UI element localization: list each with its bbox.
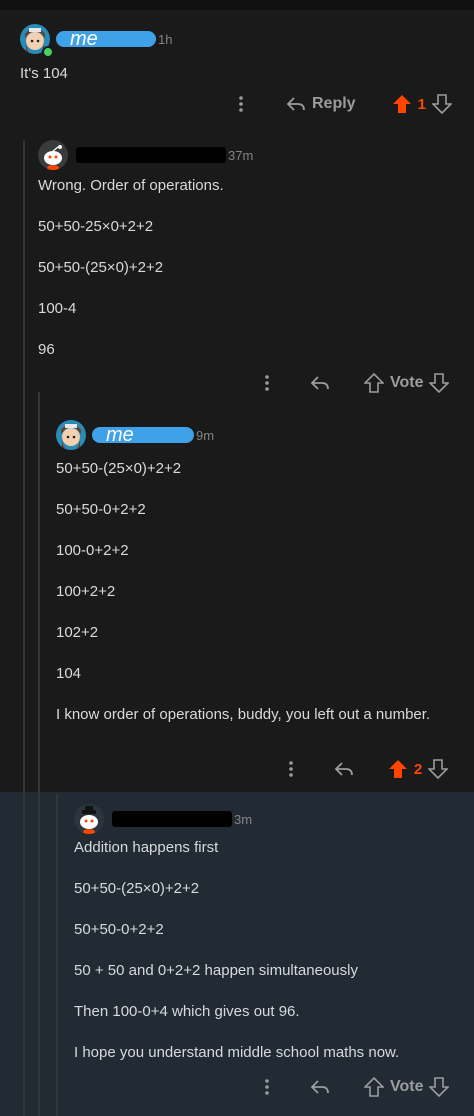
comment-actions: Vote: [258, 1077, 450, 1097]
comment-text: 104: [56, 665, 82, 682]
comment-text: Then 100-0+4 which gives out 96.: [74, 1003, 300, 1020]
comment-text: Addition happens first: [74, 839, 219, 856]
more-options-icon[interactable]: [258, 1078, 276, 1096]
comment-text: 50 + 50 and 0+2+2 happen simultaneously: [74, 962, 358, 979]
online-status-icon: [42, 46, 54, 58]
comment-text: 50+50-0+2+2: [74, 921, 164, 938]
avatar[interactable]: [38, 140, 68, 170]
reply-icon: [310, 376, 329, 390]
comment-time: 3m: [234, 811, 253, 827]
downvote-icon: [429, 1077, 450, 1097]
reply-button[interactable]: Reply: [286, 95, 356, 113]
downvote-icon: [429, 373, 450, 393]
reply-label: Reply: [312, 95, 356, 112]
upvote-active-icon: [392, 95, 411, 113]
comment-time: 37m: [228, 147, 254, 163]
top-bar: [0, 0, 474, 10]
upvote-button[interactable]: [388, 759, 408, 779]
reply-icon: [286, 97, 305, 111]
comment-body: Wrong. Order of operations. 50+50-25×0+2…: [38, 176, 458, 360]
avatar[interactable]: [74, 804, 104, 834]
comment-text: 100-0+2+2: [56, 542, 129, 559]
upvote-button[interactable]: [364, 1077, 384, 1097]
thread-line-level-1[interactable]: [23, 140, 25, 1116]
comment-text: Wrong. Order of operations.: [38, 177, 224, 194]
reply-button[interactable]: [310, 375, 330, 391]
downvote-icon: [431, 94, 452, 114]
comment-time: 9m: [196, 427, 215, 443]
comment-text: 50+50-0+2+2: [56, 501, 146, 518]
upvote-icon: [364, 1077, 384, 1097]
vote-label: Vote: [390, 1078, 424, 1095]
upvote-active-icon: [389, 760, 407, 778]
downvote-button[interactable]: [431, 94, 452, 114]
more-options-icon[interactable]: [232, 95, 250, 113]
comment-text: 50+50-(25×0)+2+2: [38, 259, 164, 276]
vote-count: 2: [414, 760, 423, 778]
comment-text: I know order of operations, buddy, you l…: [56, 706, 431, 723]
comment-text: It's 104: [20, 65, 68, 82]
vote-label: Vote: [390, 374, 424, 391]
thread-line-level-3[interactable]: [56, 794, 58, 1116]
comment-body: 50+50-(25×0)+2+2 50+50-0+2+2 100-0+2+2 1…: [56, 459, 456, 725]
more-options-icon[interactable]: [282, 760, 300, 778]
author-username[interactable]: me: [92, 425, 194, 445]
comment-header: 37m: [38, 140, 253, 170]
reply-button[interactable]: [310, 1079, 330, 1095]
thread-line-level-2[interactable]: [38, 392, 40, 1116]
comment-text: 50+50-(25×0)+2+2: [74, 880, 200, 897]
comment-actions: 2: [282, 759, 449, 779]
downvote-button[interactable]: [428, 759, 449, 779]
comment-text: 96: [38, 341, 55, 358]
comment-header: 3m: [74, 804, 252, 834]
reply-button[interactable]: [334, 761, 354, 777]
comment-time: 1h: [158, 31, 173, 47]
comment-text: 100+2+2: [56, 583, 116, 600]
comment-header: me 9m: [56, 420, 214, 450]
comment-text: 100-4: [38, 300, 77, 317]
comment-text: 50+50-(25×0)+2+2: [56, 460, 182, 477]
comment-actions: Reply 1: [232, 94, 452, 114]
author-username[interactable]: me: [56, 29, 156, 49]
comment-text: 50+50-25×0+2+2: [38, 218, 154, 235]
upvote-button[interactable]: [364, 373, 384, 393]
comment-header: me 1h: [20, 24, 173, 58]
avatar[interactable]: [56, 420, 86, 450]
comment-body: Addition happens first 50+50-(25×0)+2+2 …: [74, 838, 464, 1063]
author-username[interactable]: [112, 811, 232, 827]
reply-icon: [334, 762, 353, 776]
downvote-button[interactable]: [429, 1077, 450, 1097]
upvote-icon: [364, 373, 384, 393]
downvote-icon: [428, 759, 449, 779]
more-options-icon[interactable]: [258, 374, 276, 392]
upvote-button[interactable]: [392, 94, 412, 114]
comment-actions: Vote: [258, 373, 450, 393]
author-username[interactable]: [76, 147, 226, 163]
comment-text: I hope you understand middle school math…: [74, 1044, 400, 1061]
reply-icon: [310, 1080, 329, 1094]
downvote-button[interactable]: [429, 373, 450, 393]
vote-count: 1: [417, 95, 426, 113]
comment-text: 102+2: [56, 624, 99, 641]
comment-body: It's 104: [20, 64, 450, 84]
